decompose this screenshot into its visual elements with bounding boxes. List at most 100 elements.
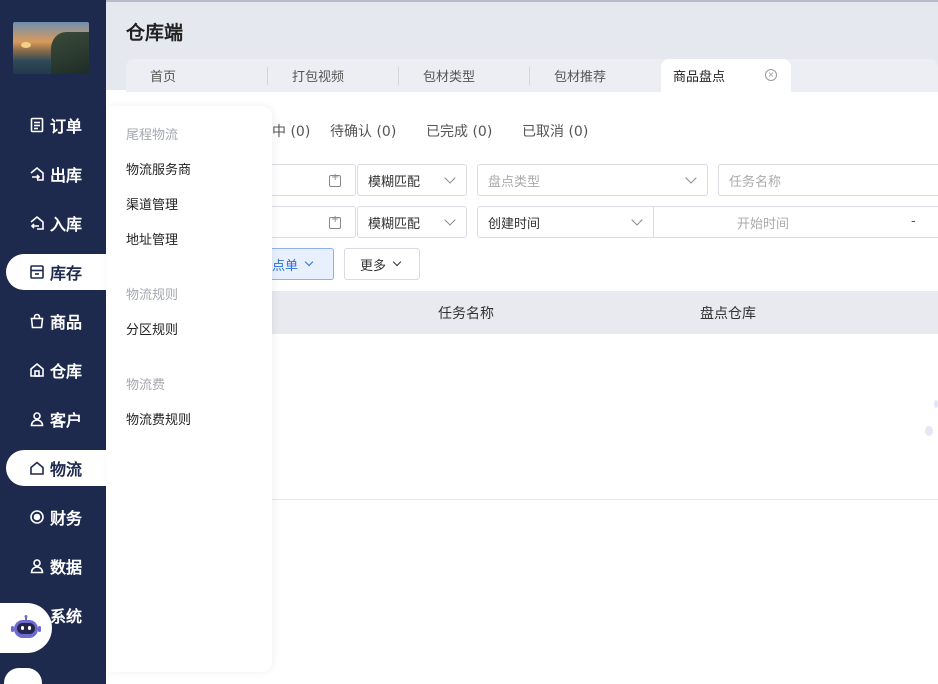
table-divider [272,499,938,500]
task-name-input[interactable]: 任务名称 [718,164,938,196]
range-separator: - [911,214,916,229]
tab-label: 包材推荐 [554,70,607,85]
sidebar-item-label: 系统 [50,607,83,626]
outbound-icon [28,165,46,183]
sidebar-item-label: 仓库 [50,362,83,381]
sidebar-item-label: 库存 [50,264,83,283]
date-range-input[interactable]: 开始时间 - [653,206,938,238]
app-title: 仓库端 [126,22,184,44]
tab-label: 商品盘点 [673,70,726,85]
search-input-1[interactable] [268,164,356,196]
more-button[interactable]: 更多 [344,248,420,280]
button-label: 点单 [272,258,299,274]
status-tab-pending[interactable]: 待确认 (0) [330,121,396,141]
tab-bar: 首页 打包视频 包材类型 包材推荐 商品盘点 × [126,59,938,92]
bottom-widget[interactable] [4,668,42,684]
sidebar-item-outbound[interactable]: 出库 [0,156,106,192]
tab-label: 打包视频 [292,70,345,85]
sidebar-item-label: 入库 [50,215,83,234]
close-icon[interactable]: × [765,69,777,81]
time-type-select[interactable]: 创建时间 [477,206,654,238]
empty-illustration [925,426,933,436]
expand-icon[interactable] [329,214,341,229]
inventory-icon [28,263,46,281]
finance-icon [28,508,46,526]
chevron-down-icon [444,172,456,184]
tab-label: 首页 [150,70,177,85]
match-mode-select-2[interactable]: 模糊匹配 [357,206,467,238]
status-tab-label: 已取消 (0) [522,124,589,140]
sidebar-item-customers[interactable]: 客户 [0,401,106,437]
select-value: 创建时间 [488,216,541,232]
status-tab-label: 中 (0) [272,124,311,140]
chevron-down-icon [685,172,697,184]
chevron-down-icon [631,214,643,226]
create-stocktake-button[interactable]: 点单 [262,248,334,280]
sidebar-item-label: 出库 [50,166,83,185]
top-header: 仓库端 首页 打包视频 包材类型 包材推荐 商品盘点 × [106,0,938,92]
status-tab-completed[interactable]: 已完成 (0) [426,121,492,141]
user-icon [28,410,46,428]
tab-label: 包材类型 [423,70,476,85]
robot-icon [11,615,41,638]
input-placeholder: 任务名称 [729,174,782,190]
select-placeholder: 盘点类型 [488,174,541,190]
start-time-placeholder: 开始时间 [737,216,790,232]
sidebar-item-label: 订单 [50,117,83,136]
submenu-group-title: 尾程物流 [126,128,179,143]
sidebar-item-orders[interactable]: 订单 [0,107,106,143]
sidebar-item-inbound[interactable]: 入库 [0,205,106,241]
tab-divider [529,67,530,85]
expand-icon[interactable] [329,172,341,187]
button-label: 更多 [360,258,387,274]
sidebar-item-label: 客户 [50,411,83,430]
logistics-submenu: 尾程物流 物流服务商 渠道管理 地址管理 物流规则 分区规则 物流费 物流费规则 [106,106,272,672]
submenu-group-title: 物流规则 [126,288,179,303]
chevron-down-icon [304,257,314,267]
bag-icon [28,312,46,330]
status-tab-label: 已完成 (0) [426,124,493,140]
submenu-item-freight-rules[interactable]: 物流费规则 [126,409,191,428]
assistant-robot-button[interactable] [0,603,52,653]
sidebar-item-products[interactable]: 商品 [0,303,106,339]
submenu-item-logistics-provider[interactable]: 物流服务商 [126,159,191,178]
sidebar-item-data[interactable]: 数据 [0,548,106,584]
sidebar-item-inventory[interactable]: 库存 [6,254,114,290]
chevron-down-icon [444,214,456,226]
search-input-2[interactable] [268,206,356,238]
logo [13,22,89,74]
match-mode-select-1[interactable]: 模糊匹配 [357,164,467,196]
column-header-task-name[interactable]: 任务名称 [438,303,494,323]
tab-packing-video[interactable]: 打包视频 [292,59,344,92]
select-value: 模糊匹配 [368,216,421,232]
data-icon [28,557,46,575]
sidebar-item-warehouse[interactable]: 仓库 [0,352,106,388]
tab-divider [398,67,399,85]
sidebar-item-label: 物流 [50,460,83,479]
status-tab-label: 待确认 (0) [330,124,397,140]
submenu-item-address-management[interactable]: 地址管理 [126,229,178,248]
table-header: 任务名称 盘点仓库 [272,291,938,334]
sidebar-item-label: 数据 [50,558,83,577]
sidebar-item-label: 财务 [50,509,83,528]
sidebar: 订单 出库 入库 库存 商品 仓库 客户 物流 财务 数据 系统 [0,0,114,684]
tab-divider [267,67,268,85]
select-value: 模糊匹配 [368,174,421,190]
submenu-item-channel-management[interactable]: 渠道管理 [126,194,178,213]
tab-packing-material-recommend[interactable]: 包材推荐 [554,59,606,92]
order-icon [28,116,46,134]
status-tab-in-progress[interactable]: 中 (0) [272,121,310,141]
sidebar-item-label: 商品 [50,313,83,332]
sidebar-item-logistics[interactable]: 物流 [6,450,114,486]
tab-packing-material-type[interactable]: 包材类型 [423,59,475,92]
column-header-warehouse[interactable]: 盘点仓库 [700,303,756,323]
sidebar-item-finance[interactable]: 财务 [0,499,106,535]
home-icon [28,459,46,477]
inbound-icon [28,214,46,232]
submenu-item-zone-rules[interactable]: 分区规则 [126,319,178,338]
status-tab-cancelled[interactable]: 已取消 (0) [522,121,588,141]
tab-home[interactable]: 首页 [150,59,176,92]
tab-product-stocktake[interactable]: 商品盘点 × [661,59,791,92]
submenu-group-title: 物流费 [126,378,166,393]
check-type-select[interactable]: 盘点类型 [477,164,708,196]
